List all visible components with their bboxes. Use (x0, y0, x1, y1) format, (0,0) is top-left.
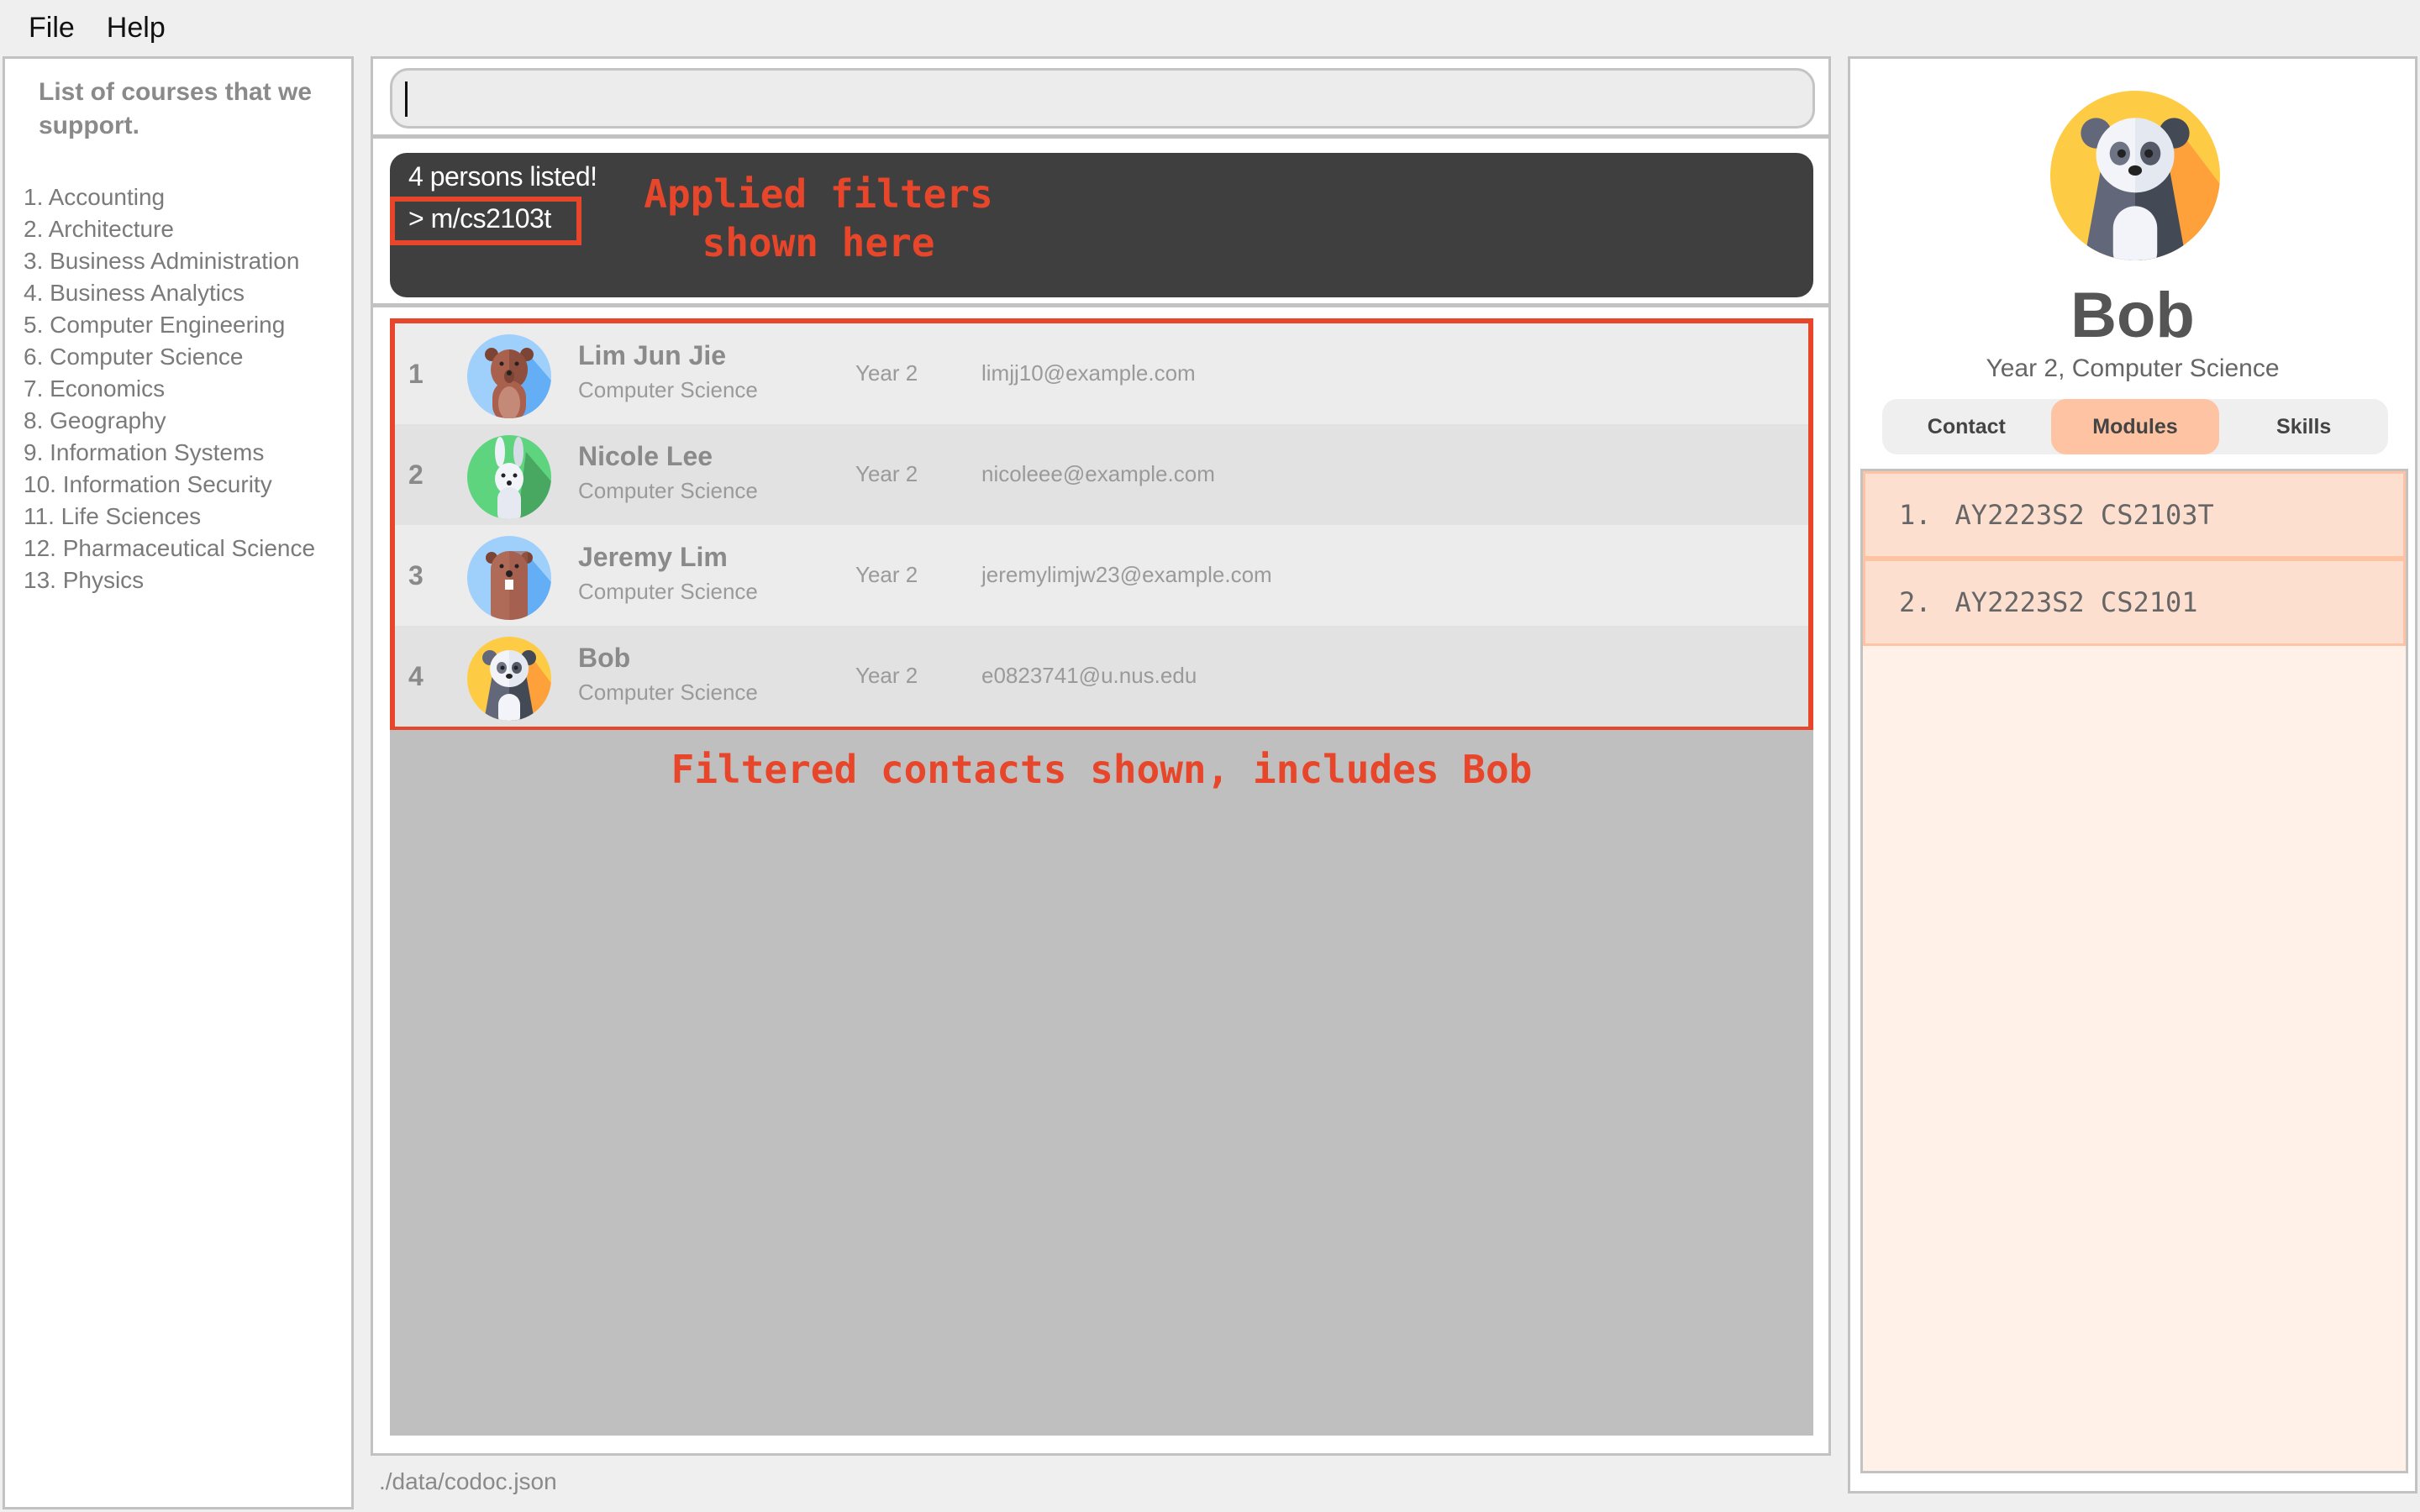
annotation-line: shown here (702, 220, 935, 265)
profile-name: Bob (2070, 280, 2195, 351)
bear-icon (467, 334, 551, 418)
course-item: 13. Physics (24, 567, 145, 593)
result-display: 4 persons listed! > m/cs2103t Applied fi… (390, 153, 1813, 297)
person-year: Year 2 (855, 461, 918, 486)
rabbit-icon (467, 435, 551, 519)
tab-modules[interactable]: Modules (2050, 399, 2220, 454)
course-item: 10. Information Security (24, 471, 272, 497)
applied-filter-text: > m/cs2103t (408, 203, 551, 234)
person-list-section: 1 Lim Jun Jie Computer Science Year 2 li… (373, 312, 1828, 1453)
module-number: 2. (1899, 586, 1932, 618)
person-year: Year 2 (855, 562, 918, 587)
course-item: 5. Computer Engineering (24, 312, 286, 338)
module-label: AY2223S2 CS2101 (1954, 586, 2198, 618)
course-item: 9. Information Systems (24, 439, 265, 465)
person-course: Computer Science (578, 478, 758, 503)
status-file-path: ./data/codoc.json (379, 1468, 557, 1494)
course-item: 4. Business Analytics (24, 280, 245, 306)
course-item: 6. Computer Science (24, 344, 244, 370)
module-label: AY2223S2 CS2103T (1954, 499, 2214, 531)
annotation-applied-filters: Applied filters shown here (608, 170, 1028, 267)
module-item[interactable]: 2. AY2223S2 CS2101 (1863, 559, 2406, 646)
person-email: nicoleee@example.com (981, 461, 1215, 486)
course-item: 3. Business Administration (24, 248, 300, 274)
profile-tabs: Contact Modules Skills (1882, 399, 2388, 454)
applied-filter-highlight: > m/cs2103t (390, 197, 581, 245)
menu-help[interactable]: Help (107, 12, 166, 45)
person-index: 2 (408, 459, 424, 490)
person-year: Year 2 (855, 663, 918, 688)
filtered-list-highlight: 1 Lim Jun Jie Computer Science Year 2 li… (390, 318, 1813, 730)
result-section: 4 persons listed! > m/cs2103t Applied fi… (373, 143, 1828, 307)
person-email: limjj10@example.com (981, 360, 1196, 386)
person-card[interactable]: 4 Bob Computer Science Year 2 e0823741@u… (395, 626, 1808, 727)
person-name: Nicole Lee (578, 441, 713, 471)
person-card[interactable]: 3 Jeremy Lim Computer Science Year 2 jer… (395, 525, 1808, 626)
person-course: Computer Science (578, 680, 758, 705)
course-item: 7. Economics (24, 375, 166, 402)
course-sidebar: List of courses that we support. 1. Acco… (3, 56, 354, 1509)
command-input[interactable] (390, 68, 1815, 129)
panda-icon (467, 637, 551, 721)
course-item: 2. Architecture (24, 216, 174, 242)
person-list-view[interactable]: 1 Lim Jun Jie Computer Science Year 2 li… (390, 318, 1813, 1436)
person-name: Bob (578, 643, 631, 673)
module-item[interactable]: 1. AY2223S2 CS2103T (1863, 471, 2406, 559)
module-list: 1. AY2223S2 CS2103T 2. AY2223S2 CS2101 (1860, 469, 2408, 1473)
command-section (373, 59, 1828, 139)
person-year: Year 2 (855, 360, 918, 386)
person-name: Lim Jun Jie (578, 340, 727, 370)
course-item: 1. Accounting (24, 184, 166, 210)
sidebar-title: List of courses that we support. (39, 78, 313, 139)
course-item: 11. Life Sciences (24, 503, 202, 529)
module-number: 1. (1899, 499, 1932, 531)
menu-file[interactable]: File (29, 12, 75, 45)
person-email: jeremylimjw23@example.com (981, 562, 1272, 587)
person-name: Jeremy Lim (578, 542, 728, 572)
person-course: Computer Science (578, 579, 758, 604)
course-item: 8. Geography (24, 407, 166, 433)
profile-panel: Bob Year 2, Computer Science Contact Mod… (1848, 56, 2417, 1494)
tab-skills[interactable]: Skills (2219, 399, 2388, 454)
menu-bar: File Help (0, 0, 2420, 55)
person-card[interactable]: 2 Nicole Lee Computer Science Year 2 nic… (395, 424, 1808, 525)
person-card[interactable]: 1 Lim Jun Jie Computer Science Year 2 li… (395, 323, 1808, 424)
annotation-line: Applied filters (644, 171, 993, 217)
person-email: e0823741@u.nus.edu (981, 663, 1197, 688)
course-list: 1. Accounting 2. Architecture 3. Busines… (24, 181, 315, 596)
tab-contact[interactable]: Contact (1882, 399, 2051, 454)
annotation-filtered-contacts: Filtered contacts shown, includes Bob (671, 747, 1533, 792)
person-course: Computer Science (578, 377, 758, 402)
result-message: 4 persons listed! (408, 161, 597, 192)
person-index: 4 (408, 660, 424, 691)
panda-icon (2050, 91, 2220, 260)
course-item: 12. Pharmaceutical Science (24, 535, 316, 561)
person-index: 1 (408, 358, 424, 389)
person-index: 3 (408, 559, 424, 591)
main-panel: 4 persons listed! > m/cs2103t Applied fi… (371, 56, 1831, 1456)
beaver-icon (467, 536, 551, 620)
profile-subtitle: Year 2, Computer Science (1986, 354, 2280, 382)
text-caret (405, 81, 408, 117)
